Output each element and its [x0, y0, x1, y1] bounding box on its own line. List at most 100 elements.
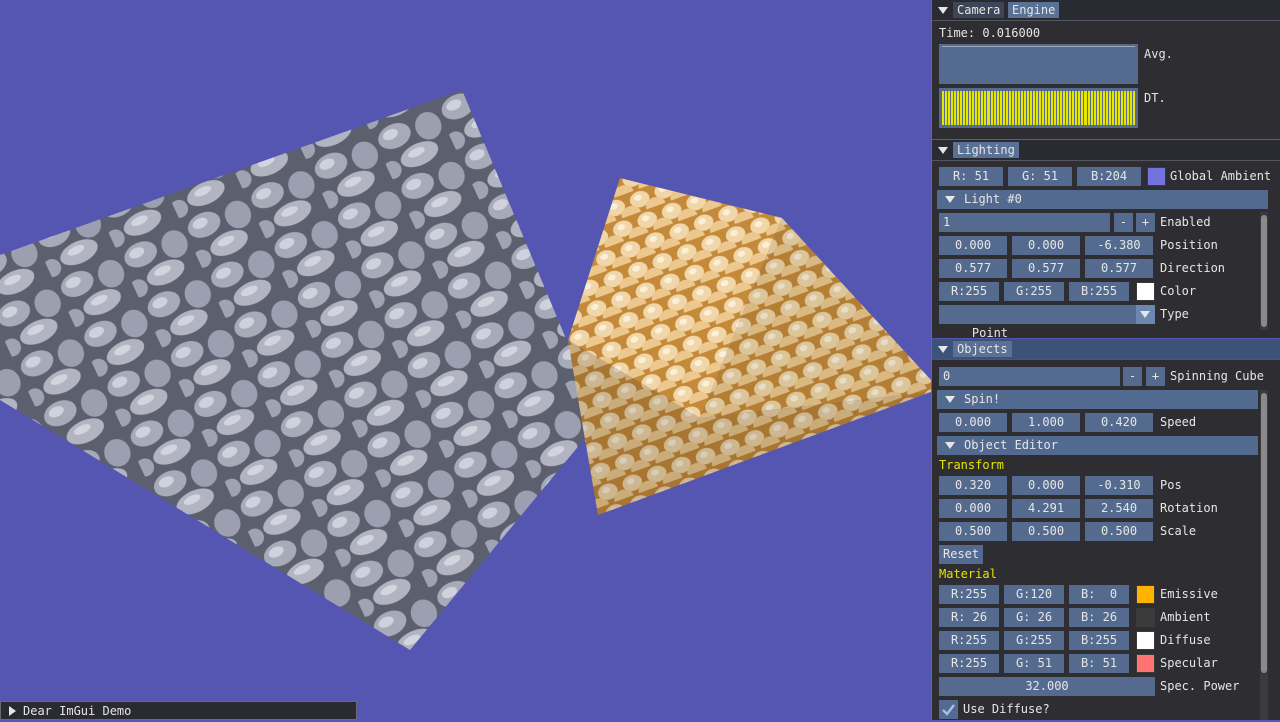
dt-bar — [978, 91, 981, 125]
lighting-scrollbar[interactable] — [1260, 212, 1268, 330]
dt-bar — [1011, 91, 1014, 125]
dt-bar — [1032, 91, 1035, 125]
emissive-r[interactable]: R:255 — [939, 585, 999, 604]
speed-z[interactable]: 0.420 — [1085, 413, 1153, 432]
dt-bar — [1023, 91, 1026, 125]
lighting-window-titlebar[interactable]: Lighting — [932, 140, 1280, 161]
collapse-triangle-icon[interactable] — [938, 7, 948, 14]
ambient-g[interactable]: G: 26 — [1004, 608, 1064, 627]
ambient-r-field[interactable]: R: 51 — [939, 167, 1003, 186]
dt-label: DT. — [1144, 91, 1166, 105]
light-0-header[interactable]: Light #0 — [937, 190, 1268, 209]
specular-label: Specular — [1160, 656, 1218, 670]
collapse-triangle-icon — [945, 196, 955, 203]
engine-window-titlebar[interactable]: Camera Engine — [932, 0, 1280, 21]
lighting-window: Lighting R: 51 G: 51 B:204 Global Ambien… — [931, 140, 1280, 340]
diffuse-g[interactable]: G:255 — [1004, 631, 1064, 650]
pos-x[interactable]: 0.320 — [939, 476, 1007, 495]
ambient-b[interactable]: B: 26 — [1069, 608, 1129, 627]
pos-y[interactable]: 0.000 — [1012, 476, 1080, 495]
light-color-b[interactable]: B:255 — [1069, 282, 1129, 301]
type-label: Type — [1160, 307, 1189, 321]
dt-bar — [1026, 91, 1029, 125]
dt-bar — [969, 91, 972, 125]
light-color-swatch[interactable] — [1136, 282, 1155, 301]
tab-objects[interactable]: Objects — [953, 341, 1012, 357]
checkmark-icon — [942, 704, 955, 716]
3d-viewport[interactable] — [0, 0, 931, 720]
spin-header[interactable]: Spin! — [937, 390, 1258, 409]
object-editor-header[interactable]: Object Editor — [937, 436, 1258, 455]
dt-bar — [1017, 91, 1020, 125]
object-index-plus-button[interactable]: + — [1146, 367, 1165, 386]
light-index-plus-button[interactable]: + — [1136, 213, 1155, 232]
ambient-swatch[interactable] — [1136, 608, 1155, 627]
objects-scrollbar[interactable] — [1260, 390, 1268, 720]
use-diffuse-checkbox[interactable] — [939, 700, 958, 719]
scale-z[interactable]: 0.500 — [1085, 522, 1153, 541]
rotation-x[interactable]: 0.000 — [939, 499, 1007, 518]
ambient-r[interactable]: R: 26 — [939, 608, 999, 627]
use-diffuse-label: Use Diffuse? — [963, 702, 1050, 716]
spec-power-slider[interactable]: 32.000 — [939, 677, 1155, 696]
scale-x[interactable]: 0.500 — [939, 522, 1007, 541]
light-pos-z[interactable]: -6.380 — [1085, 236, 1153, 255]
dt-bar — [942, 91, 945, 125]
ambient-b-field[interactable]: B:204 — [1077, 167, 1141, 186]
dt-bar — [999, 91, 1002, 125]
dt-bar — [1087, 91, 1090, 125]
dt-bar — [1093, 91, 1096, 125]
ambient-g-field[interactable]: G: 51 — [1008, 167, 1072, 186]
imgui-demo-window-collapsed[interactable]: Dear ImGui Demo — [0, 701, 357, 720]
diffuse-b[interactable]: B:255 — [1069, 631, 1129, 650]
light-pos-y[interactable]: 0.000 — [1012, 236, 1080, 255]
specular-g[interactable]: G: 51 — [1004, 654, 1064, 673]
diffuse-swatch[interactable] — [1136, 631, 1155, 650]
ambient-label: Ambient — [1160, 610, 1211, 624]
speed-x[interactable]: 0.000 — [939, 413, 1007, 432]
dt-bar — [1048, 91, 1051, 125]
dt-bar — [1102, 91, 1105, 125]
dt-bar — [1029, 91, 1032, 125]
light-index-input[interactable]: 1 — [939, 213, 1110, 232]
reset-button[interactable]: Reset — [939, 545, 984, 564]
global-ambient-swatch[interactable] — [1147, 167, 1166, 186]
object-index-minus-button[interactable]: - — [1123, 367, 1142, 386]
material-section-label: Material — [939, 567, 997, 581]
light-dir-y[interactable]: 0.577 — [1012, 259, 1080, 278]
specular-r[interactable]: R:255 — [939, 654, 999, 673]
rotation-z[interactable]: 2.540 — [1085, 499, 1153, 518]
dt-bar — [1014, 91, 1017, 125]
tab-camera[interactable]: Camera — [953, 2, 1005, 18]
rotation-y[interactable]: 4.291 — [1012, 499, 1080, 518]
expand-triangle-icon[interactable] — [9, 706, 16, 716]
dt-bar — [1078, 91, 1081, 125]
dt-plot — [939, 88, 1138, 128]
dt-bar — [1117, 91, 1120, 125]
light-type-select[interactable]: Point — [939, 305, 1155, 340]
collapse-triangle-icon[interactable] — [938, 346, 948, 353]
specular-b[interactable]: B: 51 — [1069, 654, 1129, 673]
avg-label: Avg. — [1144, 47, 1173, 61]
diffuse-r[interactable]: R:255 — [939, 631, 999, 650]
light-index-minus-button[interactable]: - — [1114, 213, 1133, 232]
light-dir-z[interactable]: 0.577 — [1085, 259, 1153, 278]
dt-bar — [1120, 91, 1123, 125]
speed-y[interactable]: 1.000 — [1012, 413, 1080, 432]
object-index-input[interactable]: 0 — [939, 367, 1120, 386]
specular-swatch[interactable] — [1136, 654, 1155, 673]
collapse-triangle-icon[interactable] — [938, 147, 948, 154]
tab-engine[interactable]: Engine — [1008, 2, 1060, 18]
light-dir-x[interactable]: 0.577 — [939, 259, 1007, 278]
tab-lighting[interactable]: Lighting — [953, 142, 1019, 158]
scale-y[interactable]: 0.500 — [1012, 522, 1080, 541]
light-color-g[interactable]: G:255 — [1004, 282, 1064, 301]
light-color-r[interactable]: R:255 — [939, 282, 999, 301]
dt-bar — [1060, 91, 1063, 125]
light-pos-x[interactable]: 0.000 — [939, 236, 1007, 255]
objects-window-titlebar[interactable]: Objects — [932, 339, 1280, 360]
pos-z[interactable]: -0.310 — [1085, 476, 1153, 495]
emissive-g[interactable]: G:120 — [1004, 585, 1064, 604]
emissive-b[interactable]: B: 0 — [1069, 585, 1129, 604]
emissive-swatch[interactable] — [1136, 585, 1155, 604]
